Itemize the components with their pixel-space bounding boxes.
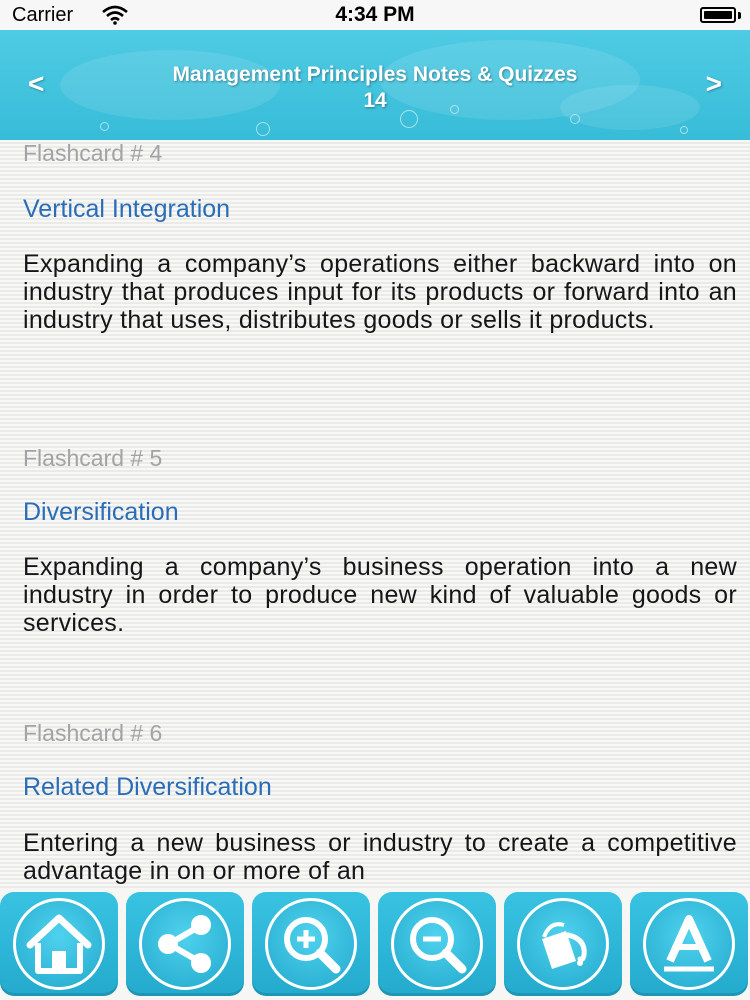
flashcard-label: Flashcard # 5: [23, 445, 163, 471]
flashcard-term: Vertical Integration: [23, 195, 231, 223]
page-title-line2: 14: [363, 89, 387, 112]
status-bar: Carrier 4:34 PM: [0, 0, 750, 30]
flashcard-term: Related Diversification: [23, 773, 272, 801]
previous-button[interactable]: <: [28, 68, 44, 100]
home-button[interactable]: [0, 892, 118, 996]
flashcard-definition: Expanding a company’s business operation…: [23, 553, 737, 637]
font-icon: [664, 915, 714, 972]
page-title: Management Principles Notes & Quizzes 14: [80, 62, 670, 114]
header-bar: < Management Principles Notes & Quizzes …: [0, 30, 750, 140]
battery-tip: [738, 12, 741, 19]
color-button[interactable]: [504, 892, 622, 996]
zoom-in-button[interactable]: [252, 892, 370, 996]
battery-icon: [700, 7, 736, 23]
zoom-in-icon: [284, 917, 341, 974]
page-title-line1: Management Principles Notes & Quizzes: [172, 63, 578, 86]
font-button[interactable]: [630, 892, 748, 996]
share-button[interactable]: [126, 892, 244, 996]
bottom-toolbar: [0, 888, 750, 1000]
flashcard-term: Diversification: [23, 498, 179, 526]
zoom-out-icon: [410, 917, 467, 974]
flashcard-definition: Entering a new business or industry to c…: [23, 829, 737, 885]
paint-bucket-icon: [542, 922, 587, 969]
flashcard-label: Flashcard # 4: [23, 140, 163, 166]
next-button[interactable]: >: [706, 68, 722, 100]
flashcard-list[interactable]: Flashcard # 4 Vertical Integration Expan…: [0, 140, 750, 888]
zoom-out-button[interactable]: [378, 892, 496, 996]
home-icon: [26, 914, 92, 974]
flashcard-label: Flashcard # 6: [23, 720, 163, 746]
flashcard-definition: Expanding a company’s operations either …: [23, 250, 737, 334]
status-time: 4:34 PM: [335, 3, 415, 26]
share-icon: [158, 915, 211, 973]
